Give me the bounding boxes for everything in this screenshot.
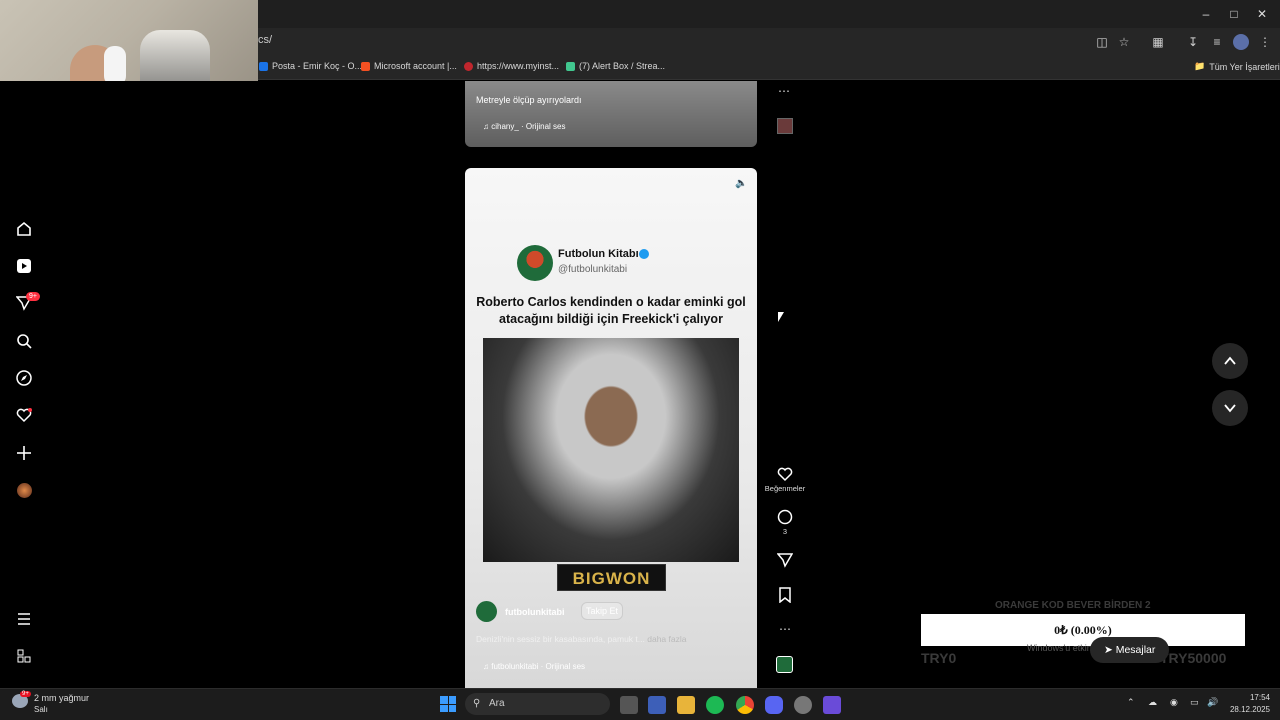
volume-icon[interactable]: 🔊 [1207,697,1218,708]
audio-thumbnail[interactable] [777,118,793,134]
save-button[interactable] [774,587,796,603]
clock-time[interactable]: 17:54 [1228,693,1270,702]
mouse-cursor [778,312,784,322]
overlay-min: TRY0 [921,650,957,666]
account-avatar[interactable] [517,245,553,281]
task-view-icon[interactable] [620,696,638,714]
minimize-icon[interactable]: – [1196,6,1216,22]
more-options-icon[interactable]: ⋯ [778,84,790,98]
explore-icon[interactable] [14,368,34,388]
reel-audio[interactable]: ♫ futbolunkitabi · Orijinal ses [483,662,585,671]
heart-icon[interactable] [14,405,34,425]
current-reel[interactable]: 🔈 Futbolun Kitabı @futbolunkitabi Robert… [465,168,757,688]
messages-button[interactable]: ➤ Mesajlar [1090,637,1170,663]
obs-icon[interactable] [794,696,812,714]
microsoft-icon [361,61,370,71]
comments-count: 3 [782,527,788,536]
download-icon[interactable]: ↧ [1185,34,1201,50]
comment-button[interactable]: 3 [774,509,796,536]
spotify-icon[interactable] [706,696,724,714]
mute-icon[interactable]: 🔈 [735,178,747,189]
overlay-max: TRY50000 [1160,650,1227,666]
overlay-goal-title: ORANGE KOD BEVER BİRDEN 2 [995,600,1151,611]
follow-button[interactable]: Takip Et [581,602,624,620]
weather-badge: 9+ [20,691,31,697]
create-icon[interactable] [14,443,34,463]
apps-icon[interactable] [14,646,34,666]
microphone-icon[interactable]: ◉ [1170,697,1178,708]
cloud-icon[interactable]: ☁ [1148,697,1157,708]
chrome-icon[interactable] [736,696,754,714]
close-icon[interactable]: ✕ [1252,6,1272,22]
mail-icon [259,61,268,71]
share-button[interactable] [774,552,796,568]
clock-date[interactable]: 28.12.2025 [1220,705,1270,714]
taskbar [0,688,1280,720]
sponsor-logo: BIGWON [557,564,666,591]
bookmark-item[interactable]: https://www.myinst... [464,61,559,71]
audio-thumbnail[interactable] [776,656,793,673]
start-button[interactable] [440,696,456,712]
more-link[interactable]: daha fazla [647,634,686,644]
star-icon[interactable]: ☆ [1116,34,1132,50]
like-button[interactable]: Beğenmeler [765,466,805,493]
send-icon: ➤ [1104,644,1116,656]
bookmark-item[interactable]: (7) Alert Box / Strea... [566,61,665,71]
likes-label: Beğenmeler [764,484,806,493]
reel-caption: Denizli'nin sessiz bir kasabasında, pamu… [476,634,687,644]
account-name[interactable]: Futbolun Kitabı [558,248,639,260]
previous-reel-button[interactable] [1212,343,1248,379]
music-icon: ♫ [483,122,492,131]
reel-headline: Roberto Carlos kendinden o kadar eminki … [476,295,746,326]
more-menu-icon[interactable] [14,609,34,629]
profile-avatar[interactable] [14,480,34,500]
donation-progress: 0₺ (0.00%) [921,614,1245,646]
install-app-icon[interactable]: ◫ [1094,34,1110,50]
verified-icon [639,249,649,259]
all-bookmarks[interactable]: 📁 Tüm Yer İşaretleri [1194,61,1280,72]
extensions-icon[interactable]: ▦ [1150,34,1166,50]
bookmark-item[interactable]: Posta - Emir Koç - O... [259,61,362,71]
menu-icon[interactable]: ⋮ [1257,34,1273,50]
streamlabs-icon [566,61,575,71]
network-icon[interactable]: ▭ [1190,697,1199,708]
folder-icon: 📁 [1194,61,1206,71]
home-icon[interactable] [14,219,34,239]
weather-temp[interactable]: 2 mm yağmur [34,693,89,703]
search-icon: ⚲ [473,698,481,709]
reel-username[interactable]: futbolunkitabi [505,607,565,617]
headphones [104,46,126,86]
user-avatar[interactable] [476,601,497,622]
music-icon: ♫ [483,662,492,671]
reel-caption: Metreyle ölçüp ayırıyolardı [476,95,582,105]
chevron-up-icon[interactable]: ⌃ [1127,697,1135,708]
notification-badge: 9+ [26,292,40,301]
reel-audio[interactable]: ♫ cihany_ · Orijinal ses [483,122,565,131]
media-control-icon[interactable]: ≡ [1209,34,1225,50]
previous-reel[interactable]: Metreyle ölçüp ayırıyolardı ♫ cihany_ · … [465,81,757,147]
app-icon[interactable] [648,696,666,714]
more-options-icon[interactable]: ⋯ [774,622,796,636]
bookmark-item[interactable]: Microsoft account |... [361,61,457,71]
search-icon[interactable] [14,331,34,351]
reels-icon[interactable] [14,256,34,276]
discord-icon[interactable] [765,696,783,714]
url-text[interactable]: cs/ [258,34,272,46]
account-handle: @futbolunkitabi [558,264,628,275]
reel-video[interactable] [483,338,739,562]
maximize-icon[interactable]: □ [1224,6,1244,22]
weather-day: Salı [34,705,48,714]
taskbar-search[interactable]: ⚲ Ara [465,693,610,715]
globe-icon [464,61,473,71]
app-icon[interactable] [823,696,841,714]
profile-avatar[interactable] [1233,34,1249,50]
file-explorer-icon[interactable] [677,696,695,714]
next-reel-button[interactable] [1212,390,1248,426]
